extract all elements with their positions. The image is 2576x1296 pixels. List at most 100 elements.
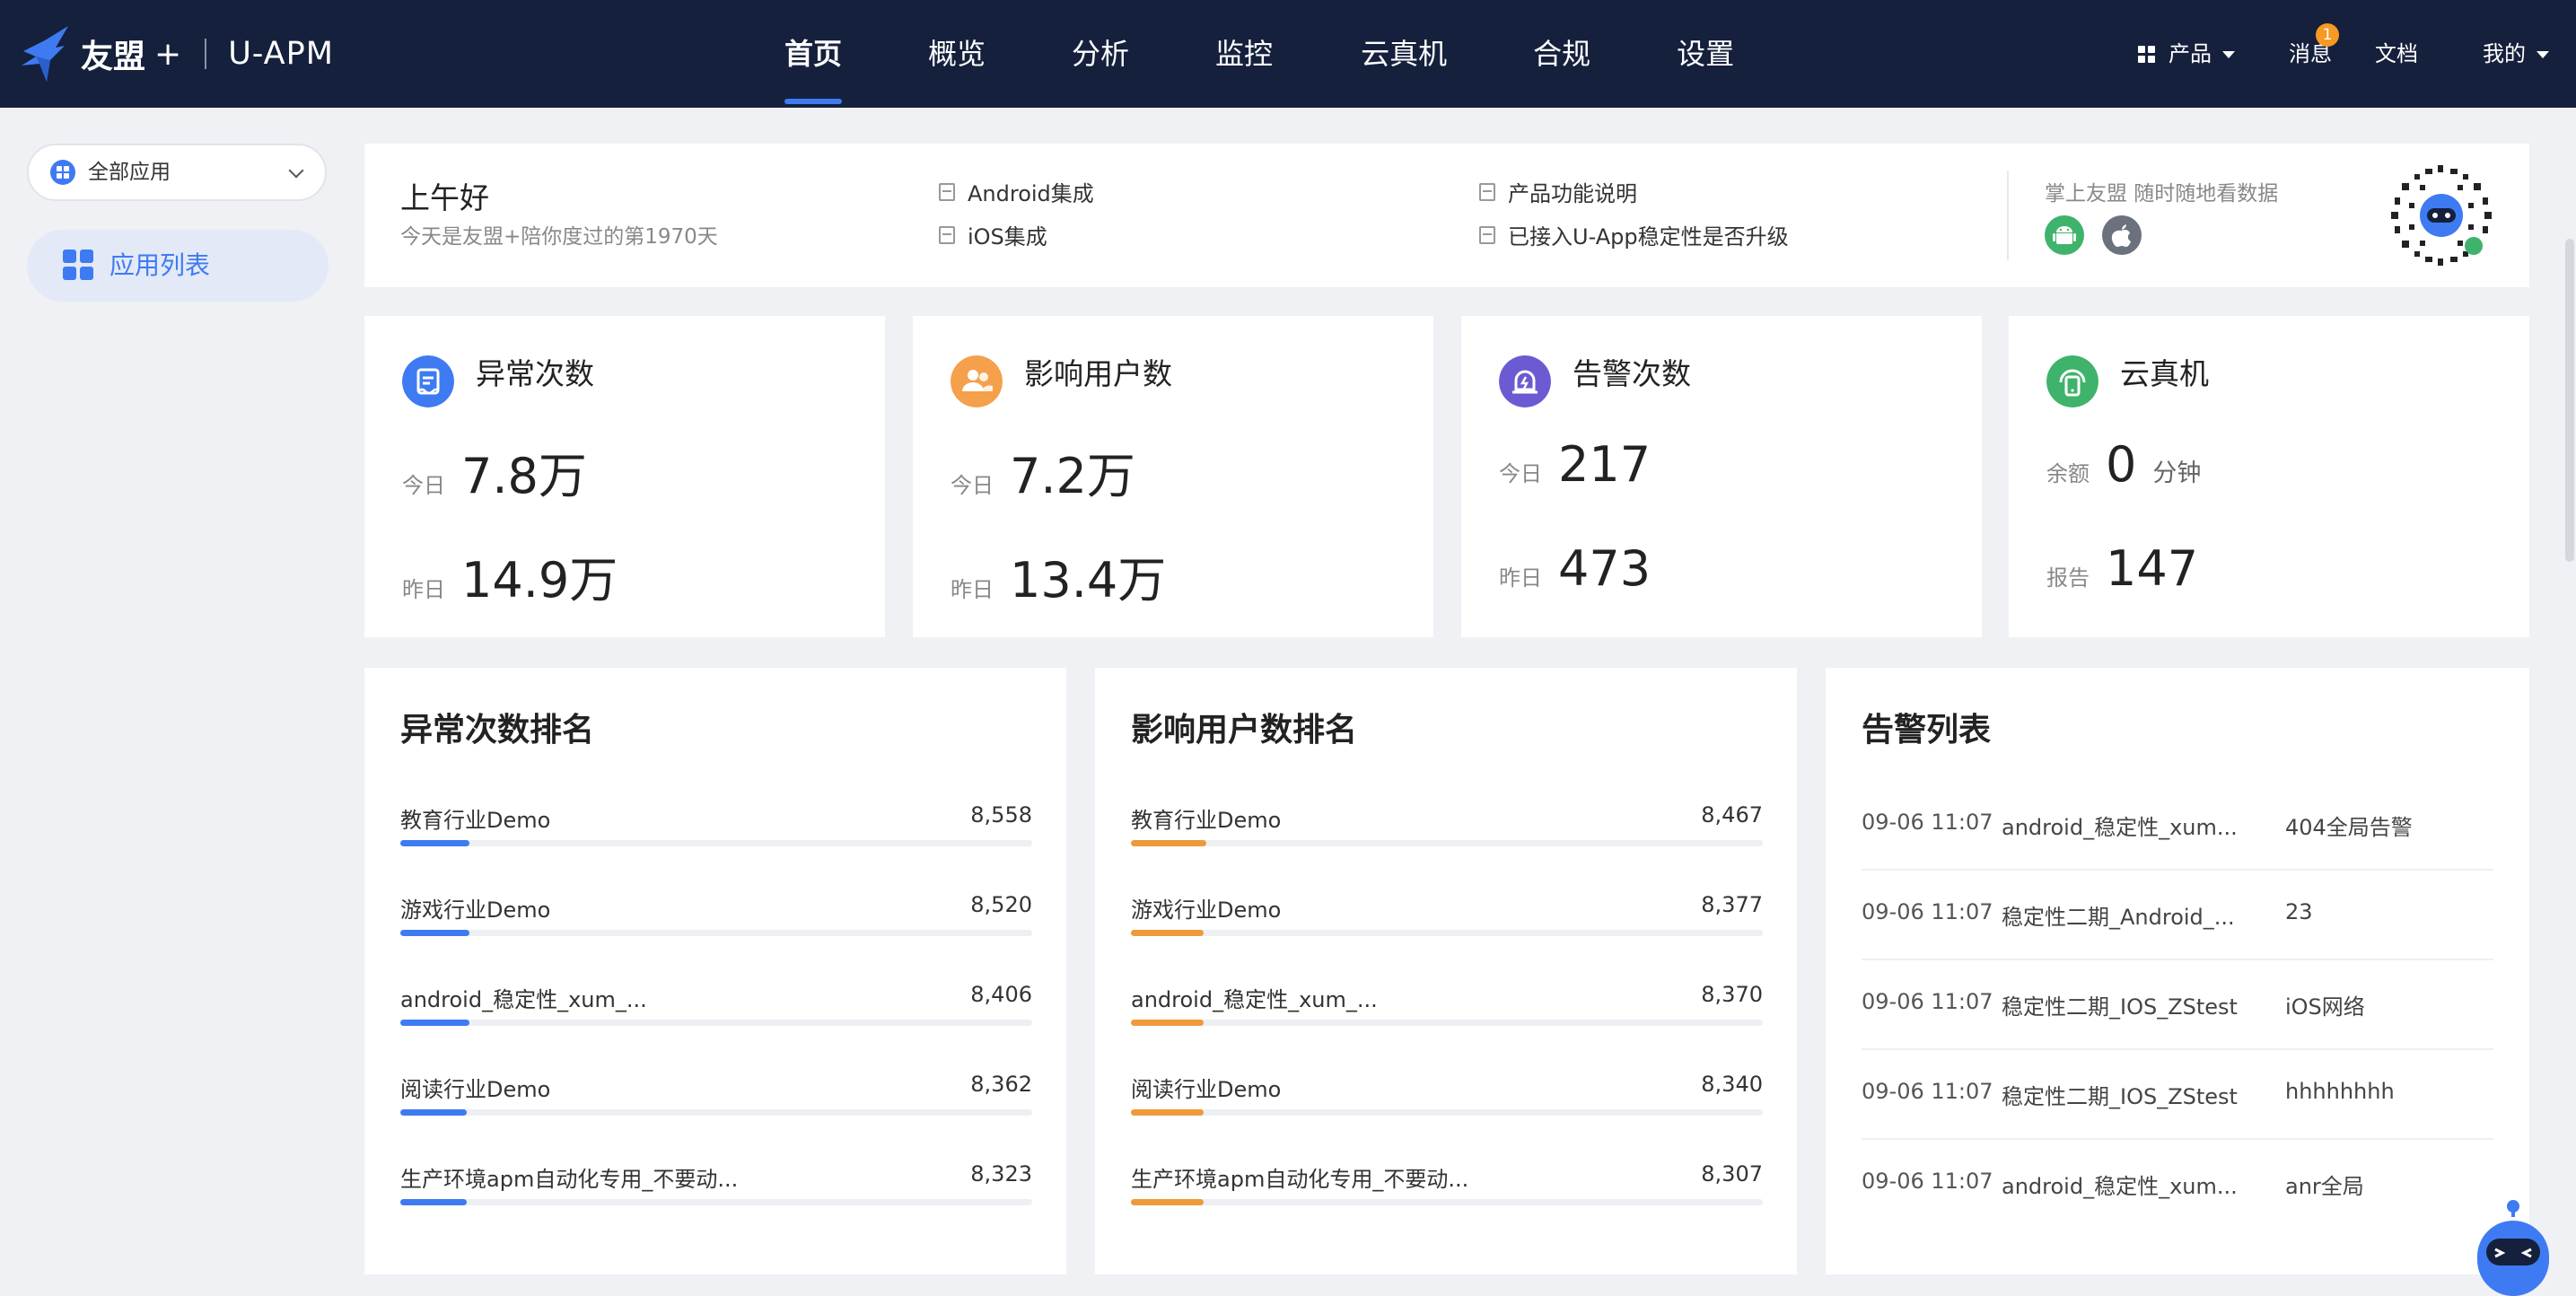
rank-progress-fill — [400, 840, 470, 846]
brand-logo-group[interactable]: 友盟 + U-APM — [20, 22, 334, 86]
rank-item-name: 教育行业Demo — [1131, 808, 1282, 833]
rank-item-value: 8,370 — [1701, 982, 1763, 1007]
app-list-icon — [63, 250, 93, 280]
product-features-link[interactable]: 产品功能说明 — [1479, 176, 1637, 207]
alert-app: android_稳定性_xum... — [2002, 815, 2238, 840]
stat-card-alerts[interactable]: 告警次数 今日 217 昨日 473 — [1461, 316, 1982, 637]
rank-item[interactable]: 教育行业Demo 8,558 — [400, 802, 1032, 860]
caret-down-icon — [2537, 51, 2549, 58]
stat-card-exceptions[interactable]: 异常次数 今日 7.8万 昨日 14.9万 — [364, 316, 885, 637]
stat-value: 13.4万 — [1010, 552, 1167, 609]
alert-row[interactable]: 09-06 11:07 android_稳定性_xum... anr全局 — [1862, 1140, 2493, 1230]
users-icon — [951, 355, 1003, 407]
stat-title: 云真机 — [2120, 356, 2209, 391]
ios-download-button[interactable] — [2102, 215, 2142, 255]
rank-progress-fill — [400, 930, 470, 936]
rank-item-name: 游戏行业Demo — [400, 898, 551, 923]
page-scrollbar[interactable] — [2563, 108, 2576, 1296]
alert-row[interactable]: 09-06 11:07 稳定性二期_Android_... 23 — [1862, 871, 2493, 960]
top-nav-bar: 友盟 + U-APM 首页 概览 分析 监控 云真机 合规 设置 产品 消息 1… — [0, 0, 2576, 108]
link-label: Android集成 — [968, 181, 1094, 206]
rank-item[interactable]: android_稳定性_xum_... 8,370 — [1131, 982, 1763, 1039]
nav-tab-overview[interactable]: 概览 — [928, 0, 986, 108]
alert-rule: 23 — [2285, 899, 2313, 924]
message-count-badge: 1 — [2316, 23, 2339, 47]
rank-item-name: 阅读行业Demo — [400, 1077, 551, 1102]
nav-tab-analysis[interactable]: 分析 — [1072, 0, 1129, 108]
rank-item-value: 8,406 — [970, 982, 1032, 1007]
rank-progress-fill — [400, 1199, 467, 1205]
rank-item-value: 8,323 — [970, 1161, 1032, 1187]
alert-lamp-icon — [1499, 355, 1551, 407]
rank-item[interactable]: 游戏行业Demo 8,377 — [1131, 892, 1763, 950]
rank-progress-track — [400, 930, 1032, 936]
stat-yesterday: 昨日 473 — [1499, 540, 1651, 597]
alert-row[interactable]: 09-06 11:07 稳定性二期_IOS_ZStest hhhhhhhh — [1862, 1050, 2493, 1140]
stability-upgrade-link[interactable]: 已接入U-App稳定性是否升级 — [1479, 219, 1789, 250]
stat-reports: 报告 147 — [2046, 540, 2198, 597]
stat-value: 14.9万 — [461, 552, 618, 609]
alert-rule: 404全局告警 — [2285, 815, 2413, 840]
stat-label: 余额 — [2046, 461, 2090, 486]
stat-value: 147 — [2106, 540, 2199, 597]
stat-card-affected-users[interactable]: 影响用户数 今日 7.2万 昨日 13.4万 — [913, 316, 1433, 637]
stat-yesterday: 昨日 14.9万 — [402, 540, 618, 611]
mini-program-qr-code — [2386, 160, 2497, 271]
alert-time: 09-06 11:07 — [1862, 899, 1993, 924]
greeting-subtitle: 今天是友盟+陪你度过的第1970天 — [400, 225, 718, 249]
rank-progress-track — [400, 1109, 1032, 1116]
rank-item-value: 8,558 — [970, 802, 1032, 828]
caret-down-icon — [2222, 51, 2235, 58]
android-download-button[interactable] — [2045, 215, 2084, 255]
grid-icon — [2138, 46, 2156, 64]
alert-row[interactable]: 09-06 11:07 稳定性二期_IOS_ZStest iOS网络 — [1862, 960, 2493, 1050]
nav-tab-home[interactable]: 首页 — [784, 0, 843, 108]
alert-app: 稳定性二期_IOS_ZStest — [2002, 1084, 2238, 1109]
my-account-menu[interactable]: 我的 — [2483, 0, 2549, 108]
alert-time: 09-06 11:07 — [1862, 1169, 1993, 1194]
cloud-phone-icon — [2046, 355, 2098, 407]
nav-tab-monitor[interactable]: 监控 — [1215, 0, 1273, 108]
alert-row[interactable]: 09-06 11:07 android_稳定性_xum... 404全局告警 — [1862, 781, 2493, 871]
alert-time: 09-06 11:07 — [1862, 1079, 1993, 1104]
rank-item[interactable]: 教育行业Demo 8,467 — [1131, 802, 1763, 860]
messages-link[interactable]: 消息 1 — [2289, 0, 2339, 108]
rank-item[interactable]: 生产环境apm自动化专用_不要动... 8,307 — [1131, 1161, 1763, 1219]
alert-app: 稳定性二期_IOS_ZStest — [2002, 994, 2238, 1020]
rank-progress-fill — [400, 1020, 470, 1026]
android-integration-link[interactable]: Android集成 — [939, 176, 1094, 207]
greeting-card: 上午好 今天是友盟+陪你度过的第1970天 Android集成 iOS集成 产品… — [364, 144, 2529, 287]
stat-value: 473 — [1558, 540, 1652, 597]
products-label: 产品 — [2169, 41, 2212, 66]
rank-item[interactable]: android_稳定性_xum_... 8,406 — [400, 982, 1032, 1039]
rank-item[interactable]: 生产环境apm自动化专用_不要动... 8,323 — [400, 1161, 1032, 1219]
umeng-bird-logo-icon — [22, 26, 68, 82]
assistant-robot-icon[interactable] — [2472, 1199, 2554, 1296]
rank-item[interactable]: 游戏行业Demo 8,520 — [400, 892, 1032, 950]
exception-rank-card: 异常次数排名 教育行业Demo 8,558 游戏行业Demo 8,520 android… — [364, 668, 1066, 1274]
docs-link[interactable]: 文档 — [2375, 0, 2418, 108]
stat-label: 今日 — [951, 473, 994, 498]
ios-integration-link[interactable]: iOS集成 — [939, 219, 1047, 250]
stat-card-cloud-device[interactable]: 云真机 余额 0 分钟 报告 147 — [2009, 316, 2529, 637]
rank-item-name: android_稳定性_xum_... — [1131, 987, 1378, 1012]
product-name: U-APM — [228, 36, 334, 72]
rank-progress-track — [1131, 930, 1763, 936]
products-menu[interactable]: 产品 — [2138, 0, 2235, 108]
brand-name: 友盟 — [81, 39, 146, 75]
rank-item[interactable]: 阅读行业Demo 8,362 — [400, 1072, 1032, 1129]
nav-tab-cloud-device[interactable]: 云真机 — [1361, 0, 1447, 108]
exception-log-icon — [402, 355, 454, 407]
link-label: 已接入U-App稳定性是否升级 — [1508, 224, 1789, 250]
rank-progress-track — [1131, 1199, 1763, 1205]
app-select-dropdown[interactable]: 全部应用 — [27, 144, 327, 201]
nav-tab-settings[interactable]: 设置 — [1677, 0, 1734, 108]
alert-app: android_稳定性_xum... — [2002, 1174, 2238, 1199]
sidebar-item-app-list[interactable]: 应用列表 — [27, 230, 329, 302]
rank-progress-fill — [1131, 1199, 1204, 1205]
rank-item[interactable]: 阅读行业Demo 8,340 — [1131, 1072, 1763, 1129]
scrollbar-thumb[interactable] — [2565, 239, 2574, 562]
nav-tab-compliance[interactable]: 合规 — [1533, 0, 1590, 108]
brand-plus: + — [154, 35, 182, 73]
rank-item-value: 8,340 — [1701, 1072, 1763, 1097]
